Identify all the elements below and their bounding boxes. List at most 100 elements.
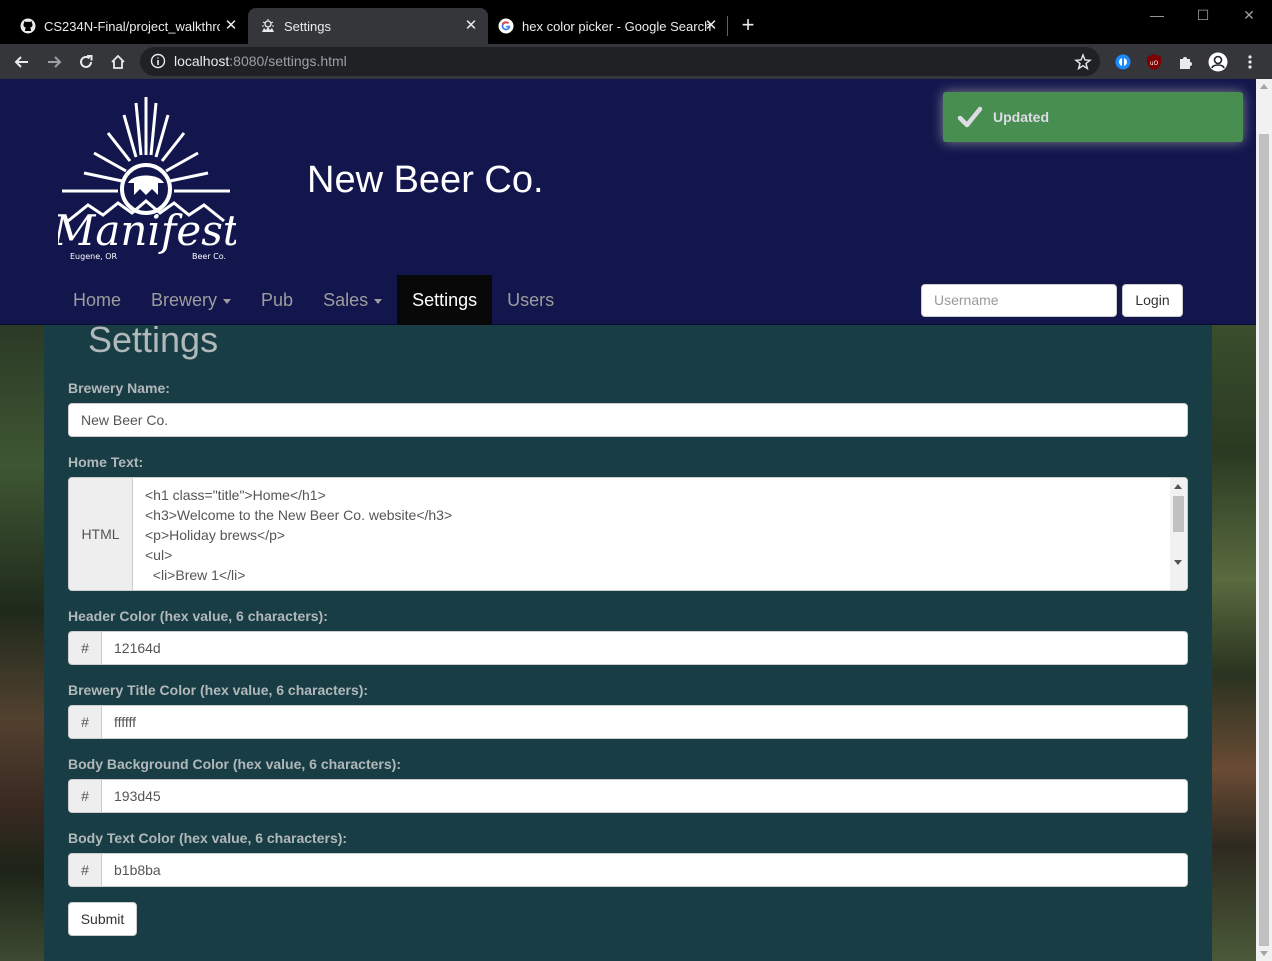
scroll-up-icon[interactable] (1174, 484, 1182, 489)
hash-addon: # (68, 853, 102, 887)
nav-item-sales[interactable]: Sales (308, 275, 397, 325)
ublock-extension-icon[interactable]: uO (1144, 52, 1164, 72)
tab-title: Settings (284, 18, 331, 34)
onepassword-extension-icon[interactable] (1113, 52, 1133, 72)
tab-title: hex color picker - Google Search (522, 18, 712, 34)
browser-tab-github[interactable]: CS234N-Final/project_walkthrough ✕ (0, 8, 248, 44)
page-scrollbar[interactable] (1256, 79, 1272, 961)
header-color-label: Header Color (hex value, 6 characters): (68, 608, 328, 624)
body-text-color-input[interactable]: b1b8ba (102, 853, 1188, 887)
textarea-line: <h1 class="title">Home</h1> (145, 487, 326, 503)
page-viewport: Manifest Eugene, OR Beer Co. New Beer Co… (0, 79, 1272, 961)
scroll-up-icon[interactable] (1260, 84, 1268, 89)
nav-item-users[interactable]: Users (492, 275, 569, 325)
home-text-group: HTML <h1 class="title">Home</h1> <h3>Wel… (68, 477, 1188, 591)
login-button[interactable]: Login (1122, 284, 1183, 317)
submit-button[interactable]: Submit (68, 902, 137, 936)
textarea-line: <ul> (145, 547, 173, 563)
browser-tab-google[interactable]: hex color picker - Google Search ✕ (488, 8, 728, 44)
logo-subtext: Beer Co. (192, 252, 226, 261)
nav-item-home[interactable]: Home (58, 275, 136, 325)
nav-item-settings[interactable]: Settings (397, 275, 493, 325)
address-bar[interactable]: localhost:8080/settings.html (140, 47, 1100, 76)
body-bg-color-group: # 193d45 (68, 779, 1188, 813)
nav-item-label: Sales (323, 290, 369, 310)
checkmark-icon (957, 105, 983, 129)
extensions-puzzle-icon[interactable] (1176, 52, 1196, 72)
home-text-textarea[interactable]: <h1 class="title">Home</h1> <h3>Welcome … (133, 477, 1188, 591)
new-tab-icon[interactable]: + (737, 14, 759, 37)
body-text-color-group: # b1b8ba (68, 853, 1188, 887)
header-color-input[interactable]: 12164d (102, 631, 1188, 665)
site-info-icon[interactable] (150, 53, 166, 69)
nav-item-label: Home (73, 290, 122, 310)
forward-icon[interactable] (42, 50, 66, 74)
username-input[interactable]: Username (921, 284, 1117, 317)
browser-toolbar: localhost:8080/settings.html uO (0, 44, 1272, 79)
page-title: Settings (88, 319, 219, 360)
logo-wordmark: Manifest (58, 206, 236, 255)
svg-text:uO: uO (1150, 60, 1159, 67)
textarea-line: <li>Brew 1</li> (145, 567, 246, 583)
body-bg-color-label: Body Background Color (hex value, 6 char… (68, 756, 401, 772)
body-bg-color-input[interactable]: 193d45 (102, 779, 1188, 813)
close-tab-icon[interactable]: ✕ (462, 17, 480, 35)
caret-down-icon (223, 298, 232, 304)
brewery-title: New Beer Co. (307, 159, 544, 201)
hash-addon: # (68, 705, 102, 739)
textarea-line: <p>Holiday brews</p> (145, 527, 286, 543)
background-photo-left (0, 325, 44, 961)
brewery-name-input[interactable]: New Beer Co. (68, 403, 1188, 437)
bookmark-star-icon[interactable] (1074, 53, 1092, 71)
title-color-label: Brewery Title Color (hex value, 6 charac… (68, 682, 369, 698)
browser-menu-icon[interactable] (1240, 52, 1260, 72)
tab-title: CS234N-Final/project_walkthrough (44, 18, 220, 34)
textarea-line: <h3>Welcome to the New Beer Co. website<… (145, 507, 453, 523)
reload-icon[interactable] (74, 50, 98, 74)
url-text: localhost:8080/settings.html (174, 47, 347, 76)
hash-addon: # (68, 631, 102, 665)
brewery-name-label: Brewery Name: (68, 380, 170, 396)
background-photo-right (1212, 325, 1256, 961)
brewery-favicon-icon (260, 18, 276, 34)
success-toast[interactable]: Updated (943, 92, 1243, 142)
textarea-scrollbar[interactable] (1170, 478, 1187, 590)
nav-item-label: Settings (412, 290, 478, 310)
nav-item-pub[interactable]: Pub (246, 275, 308, 325)
scroll-down-icon[interactable] (1260, 951, 1268, 956)
hash-addon: # (68, 779, 102, 813)
google-icon (498, 18, 514, 34)
back-icon[interactable] (10, 50, 34, 74)
home-text-label: Home Text: (68, 454, 144, 470)
caret-down-icon (374, 298, 383, 304)
tab-separator (727, 16, 728, 36)
close-tab-icon[interactable]: ✕ (222, 17, 240, 35)
brewery-logo[interactable]: Manifest Eugene, OR Beer Co. (51, 93, 240, 263)
url-host: localhost (174, 53, 230, 69)
textarea-scroll-thumb[interactable] (1173, 496, 1184, 532)
close-tab-icon[interactable]: ✕ (702, 17, 720, 35)
profile-avatar-icon[interactable] (1208, 52, 1228, 72)
home-icon[interactable] (106, 50, 130, 74)
window-close-icon[interactable]: ✕ (1234, 4, 1264, 26)
nav-item-brewery[interactable]: Brewery (136, 275, 246, 325)
body-text-color-label: Body Text Color (hex value, 6 characters… (68, 830, 348, 846)
scroll-down-icon[interactable] (1174, 560, 1182, 565)
page-scroll-thumb[interactable] (1259, 134, 1269, 946)
header-color-group: # 12164d (68, 631, 1188, 665)
html-addon: HTML (68, 477, 133, 591)
url-path: :8080/settings.html (229, 53, 347, 69)
title-color-input[interactable]: ffffff (102, 705, 1188, 739)
maximize-icon[interactable]: ☐ (1188, 4, 1218, 26)
site-header: Manifest Eugene, OR Beer Co. New Beer Co… (0, 79, 1256, 325)
settings-panel: Settings Brewery Name: New Beer Co. Home… (44, 319, 1212, 961)
nav-item-label: Users (507, 290, 555, 310)
toast-message: Updated (993, 109, 1049, 125)
browser-tab-settings[interactable]: Settings ✕ (248, 8, 488, 44)
nav-item-label: Brewery (151, 290, 218, 310)
minimize-icon[interactable]: — (1142, 4, 1172, 26)
nav-item-label: Pub (261, 290, 294, 310)
github-icon (20, 18, 36, 34)
main-nav: Home Brewery Pub Sales Settings Users (58, 275, 569, 325)
browser-tab-strip: CS234N-Final/project_walkthrough ✕ Setti… (0, 0, 1272, 44)
